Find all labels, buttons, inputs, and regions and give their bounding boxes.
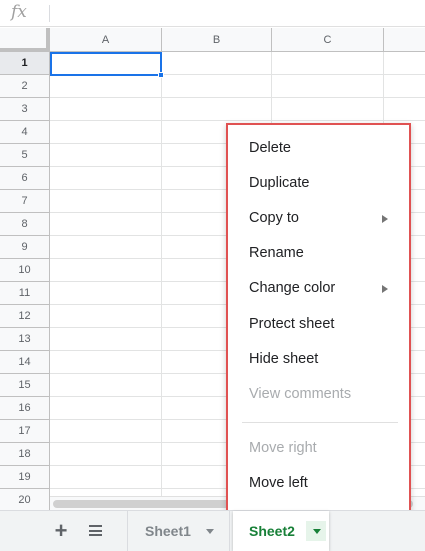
sheet-tab-sheet1[interactable]: Sheet1	[127, 511, 230, 551]
cell-d2[interactable]	[384, 75, 425, 98]
menu-item-label: Copy to	[249, 210, 299, 226]
cell-a3[interactable]	[50, 98, 162, 121]
sheet-tab-bar: + Sheet1 Sheet2	[0, 510, 425, 551]
column-header-a[interactable]: A	[50, 28, 162, 52]
cell-c3[interactable]	[272, 98, 384, 121]
cell-a19[interactable]	[50, 466, 162, 489]
cell-b1[interactable]	[162, 52, 272, 75]
cell-b3[interactable]	[162, 98, 272, 121]
menu-item-delete[interactable]: Delete	[228, 132, 408, 167]
menu-item-hide-sheet[interactable]: Hide sheet	[228, 343, 408, 378]
cell-a6[interactable]	[50, 167, 162, 190]
menu-item-label: Rename	[249, 245, 304, 261]
sheet-tab-label: Sheet2	[249, 523, 295, 539]
row-header[interactable]: 6	[0, 167, 50, 190]
menu-divider	[242, 422, 398, 423]
menu-item-label: Duplicate	[249, 175, 310, 191]
menu-item-label: View comments	[249, 386, 352, 402]
submenu-arrow-icon	[382, 215, 388, 223]
cell-a9[interactable]	[50, 236, 162, 259]
menu-item-label: Change color	[249, 280, 336, 296]
cell-a17[interactable]	[50, 420, 162, 443]
menu-icon	[89, 525, 102, 536]
formula-input[interactable]	[56, 5, 416, 22]
row-header[interactable]: 18	[0, 443, 50, 466]
menu-item-view-comments: View comments	[228, 378, 408, 413]
menu-item-duplicate[interactable]: Duplicate	[228, 167, 408, 202]
row-header[interactable]: 1	[0, 52, 50, 75]
row-header[interactable]: 20	[0, 489, 50, 512]
menu-item-label: Hide sheet	[249, 351, 319, 367]
fill-handle[interactable]	[158, 72, 164, 78]
select-all-corner[interactable]	[0, 28, 50, 52]
cell-a13[interactable]	[50, 328, 162, 351]
cell-d1[interactable]	[384, 52, 425, 75]
plus-icon: +	[54, 518, 68, 543]
cell-c2[interactable]	[272, 75, 384, 98]
row-header[interactable]: 16	[0, 397, 50, 420]
row-header[interactable]: 10	[0, 259, 50, 282]
row-header[interactable]: 7	[0, 190, 50, 213]
column-header-d[interactable]	[384, 28, 425, 52]
row-header[interactable]: 15	[0, 374, 50, 397]
column-header-b[interactable]: B	[162, 28, 272, 52]
cell-b2[interactable]	[162, 75, 272, 98]
row-header[interactable]: 12	[0, 305, 50, 328]
formula-separator	[49, 5, 50, 22]
menu-item-label: Move right	[249, 440, 317, 456]
row-header[interactable]: 5	[0, 144, 50, 167]
cell-d3[interactable]	[384, 98, 425, 121]
formula-bar: fx	[0, 0, 425, 27]
cell-a7[interactable]	[50, 190, 162, 213]
caret-down-icon[interactable]	[206, 529, 214, 534]
menu-item-change-color[interactable]: Change color	[228, 272, 408, 307]
add-sheet-button[interactable]: +	[49, 519, 73, 543]
grid-row: 2	[0, 75, 425, 98]
all-sheets-button[interactable]	[83, 519, 107, 543]
cell-a5[interactable]	[50, 144, 162, 167]
row-header[interactable]: 17	[0, 420, 50, 443]
cell-a16[interactable]	[50, 397, 162, 420]
sheet-tab-label: Sheet1	[145, 523, 191, 539]
menu-item-move-right: Move right	[228, 432, 408, 467]
submenu-arrow-icon	[382, 285, 388, 293]
cell-a10[interactable]	[50, 259, 162, 282]
cell-a18[interactable]	[50, 443, 162, 466]
menu-item-label: Delete	[249, 140, 291, 156]
menu-item-copy-to[interactable]: Copy to	[228, 202, 408, 237]
menu-item-protect-sheet[interactable]: Protect sheet	[228, 308, 408, 343]
menu-item-move-left[interactable]: Move left	[228, 467, 408, 502]
fx-icon: fx	[11, 2, 27, 22]
cell-c1[interactable]	[272, 52, 384, 75]
cell-a8[interactable]	[50, 213, 162, 236]
menu-item-label: Protect sheet	[249, 316, 335, 332]
row-header[interactable]: 9	[0, 236, 50, 259]
cell-a14[interactable]	[50, 351, 162, 374]
cell-a15[interactable]	[50, 374, 162, 397]
row-header[interactable]: 19	[0, 466, 50, 489]
sheet-context-menu: Delete Duplicate Copy to Rename Change color…	[226, 123, 411, 514]
menu-item-label: Move left	[249, 475, 308, 491]
row-header[interactable]: 13	[0, 328, 50, 351]
selected-cell-a1[interactable]	[50, 52, 164, 78]
sheet-tab-sheet2[interactable]: Sheet2	[233, 511, 329, 551]
row-header[interactable]: 2	[0, 75, 50, 98]
row-header[interactable]: 11	[0, 282, 50, 305]
cell-a12[interactable]	[50, 305, 162, 328]
row-header[interactable]: 3	[0, 98, 50, 121]
cell-a4[interactable]	[50, 121, 162, 144]
column-header-c[interactable]: C	[272, 28, 384, 52]
cell-a2[interactable]	[50, 75, 162, 98]
row-header[interactable]: 14	[0, 351, 50, 374]
caret-down-icon[interactable]	[313, 529, 321, 534]
grid-row: 3	[0, 98, 425, 121]
cell-a11[interactable]	[50, 282, 162, 305]
row-header[interactable]: 8	[0, 213, 50, 236]
row-header[interactable]: 4	[0, 121, 50, 144]
menu-item-rename[interactable]: Rename	[228, 237, 408, 272]
